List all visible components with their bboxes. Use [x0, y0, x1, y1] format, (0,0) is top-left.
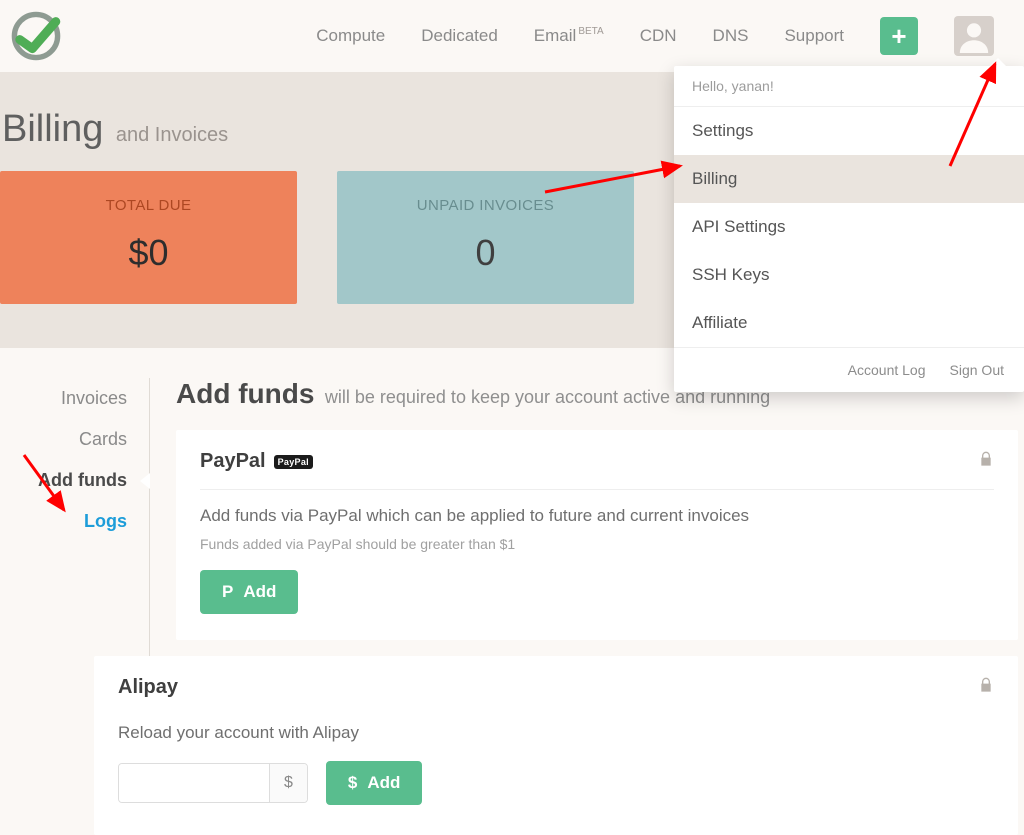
lock-icon	[978, 677, 994, 698]
page-title: Billing	[2, 108, 103, 150]
paypal-add-button[interactable]: P Add	[200, 570, 298, 614]
alipay-panel: Alipay Reload your account with Alipay $…	[94, 656, 1018, 835]
lock-icon	[978, 451, 994, 472]
currency-label: $	[269, 764, 307, 802]
dropdown-api-settings[interactable]: API Settings	[674, 203, 1024, 251]
sign-out-link[interactable]: Sign Out	[950, 362, 1004, 378]
total-due-value: $0	[0, 232, 297, 274]
alipay-add-button[interactable]: $ Add	[326, 761, 423, 805]
content: Invoices Cards Add funds Logs Add funds …	[0, 348, 1024, 835]
create-button[interactable]: +	[880, 17, 918, 55]
dropdown-affiliate[interactable]: Affiliate	[674, 299, 1024, 347]
dollar-icon: $	[348, 773, 357, 793]
paypal-title-text: PayPal	[200, 450, 266, 473]
primary-nav: Compute Dedicated EmailBETA CDN DNS Supp…	[316, 16, 1012, 56]
annotation-arrow	[16, 450, 76, 525]
tab-invoices[interactable]: Invoices	[0, 378, 127, 419]
beta-badge: BETA	[578, 26, 603, 37]
nav-compute[interactable]: Compute	[316, 26, 385, 46]
alipay-amount-input-group: $	[118, 763, 308, 803]
divider	[200, 489, 994, 490]
nav-support[interactable]: Support	[784, 26, 844, 46]
alipay-amount-input[interactable]	[119, 764, 269, 802]
annotation-arrow	[540, 160, 690, 205]
nav-email-label: Email	[534, 26, 577, 45]
paypal-icon: P	[222, 582, 233, 602]
nav-email[interactable]: EmailBETA	[534, 26, 604, 46]
alipay-title: Alipay	[118, 676, 178, 699]
paypal-subtext: Funds added via PayPal should be greater…	[200, 536, 994, 552]
nav-dedicated[interactable]: Dedicated	[421, 26, 498, 46]
main-column: Add funds will be required to keep your …	[150, 378, 1024, 835]
alipay-add-label: Add	[367, 773, 400, 793]
paypal-badge: PayPal	[274, 455, 313, 469]
annotation-arrow	[940, 56, 1010, 181]
avatar[interactable]	[954, 16, 994, 56]
top-bar: Compute Dedicated EmailBETA CDN DNS Supp…	[0, 0, 1024, 72]
paypal-panel: PayPal PayPal Add funds via PayPal which…	[176, 430, 1018, 640]
alipay-desc: Reload your account with Alipay	[118, 723, 994, 743]
paypal-title: PayPal PayPal	[200, 450, 313, 473]
nav-cdn[interactable]: CDN	[640, 26, 677, 46]
paypal-desc: Add funds via PayPal which can be applie…	[200, 506, 994, 526]
paypal-add-label: Add	[243, 582, 276, 602]
dropdown-ssh-keys[interactable]: SSH Keys	[674, 251, 1024, 299]
total-due-label: TOTAL DUE	[0, 197, 297, 214]
brand-logo[interactable]	[6, 6, 66, 66]
total-due-card[interactable]: TOTAL DUE $0	[0, 171, 297, 304]
unpaid-value: 0	[337, 232, 634, 274]
account-log-link[interactable]: Account Log	[848, 362, 926, 378]
dropdown-footer: Account Log Sign Out	[674, 347, 1024, 392]
nav-dns[interactable]: DNS	[713, 26, 749, 46]
page-subtitle: and Invoices	[116, 124, 228, 146]
main-title: Add funds	[176, 378, 314, 409]
